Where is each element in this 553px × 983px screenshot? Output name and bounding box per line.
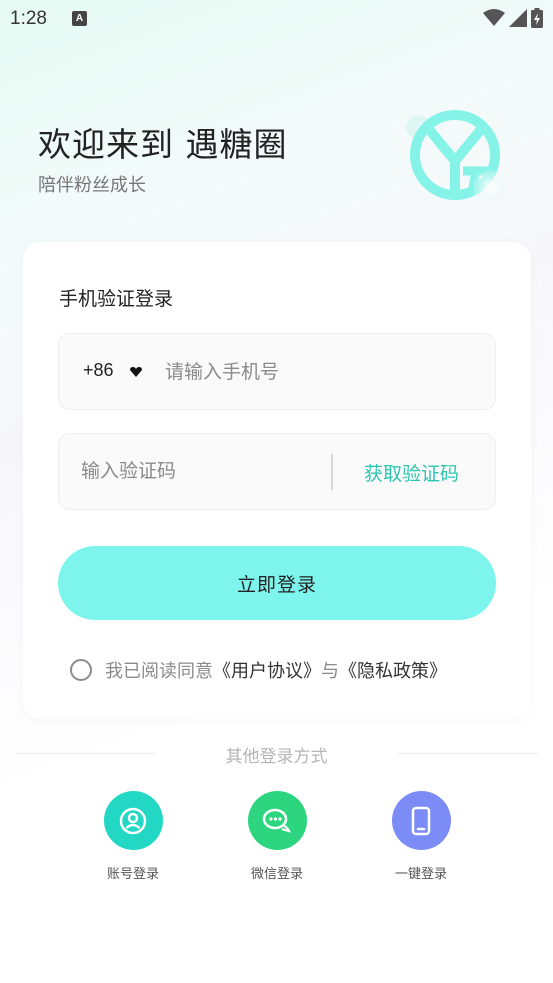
divider	[331, 454, 333, 490]
welcome-subtitle: 陪伴粉丝成长	[38, 175, 146, 196]
one-click-login-button[interactable]: 一键登录	[376, 791, 466, 882]
account-login-button[interactable]: 账号登录	[88, 791, 178, 882]
phone-icon[interactable]	[391, 791, 451, 850]
agreement-conjunction: 与	[321, 661, 339, 682]
other-login-title: 其他登录方式	[225, 747, 328, 767]
agreement-prefix: 我已阅读同意	[105, 661, 213, 682]
status-icons	[483, 8, 543, 28]
wechat-icon[interactable]	[247, 791, 307, 850]
user-agreement-link[interactable]: 《用户协议》	[213, 657, 321, 683]
get-code-button[interactable]: 获取验证码	[364, 459, 459, 486]
status-bar: 1:28 A	[0, 0, 553, 40]
country-code-selector[interactable]: +86	[83, 360, 114, 381]
account-icon[interactable]	[103, 791, 163, 850]
agreement-row: 我已阅读同意 《用户协议》 与 《隐私政策》	[70, 658, 447, 682]
phone-field: +86	[58, 333, 496, 410]
signal-icon	[509, 9, 527, 27]
privacy-policy-link[interactable]: 《隐私政策》	[339, 657, 447, 683]
verification-code-field: 获取验证码	[58, 433, 496, 510]
divider-right	[398, 753, 538, 754]
verification-code-input[interactable]	[81, 453, 311, 489]
notification-icon: A	[72, 11, 87, 26]
wechat-login-button[interactable]: 微信登录	[232, 791, 322, 882]
wechat-login-label: 微信登录	[250, 867, 303, 882]
wifi-icon	[483, 9, 505, 26]
agreement-checkbox[interactable]	[70, 659, 92, 681]
dropdown-icon[interactable]	[129, 365, 143, 379]
status-time: 1:28	[10, 8, 47, 29]
phone-input[interactable]	[165, 354, 465, 390]
login-card: 手机验证登录 +86 获取验证码 立即登录 我已阅读同意 《用户协议》 与 《隐…	[23, 242, 531, 719]
login-button[interactable]: 立即登录	[58, 546, 496, 620]
one-click-login-label: 一键登录	[394, 867, 447, 882]
login-card-title: 手机验证登录	[59, 288, 174, 310]
account-login-label: 账号登录	[106, 867, 159, 882]
app-logo-icon	[406, 110, 507, 204]
battery-icon	[531, 8, 543, 28]
welcome-title: 欢迎来到 遇糖圈	[38, 125, 288, 164]
